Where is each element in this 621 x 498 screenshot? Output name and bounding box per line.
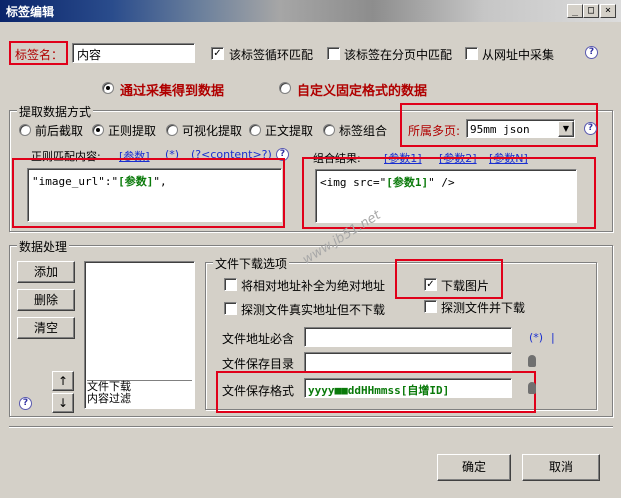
title-bar: [0, 0, 621, 22]
save-format-label: 文件保存格式: [222, 384, 295, 398]
mode-label-2: 可视化提取: [182, 124, 243, 138]
mode-label-0: 前后截取: [35, 124, 84, 138]
move-down-button[interactable]: ↓: [52, 393, 74, 413]
relative-to-absolute-label: 将相对地址补全为绝对地址: [241, 279, 386, 293]
list-item[interactable]: 内容过滤: [87, 393, 192, 405]
save-dir-label: 文件保存目录: [222, 357, 295, 371]
combine-suffix: " />: [428, 176, 455, 189]
mode-radio-0[interactable]: [19, 124, 31, 136]
chevron-down-icon[interactable]: ▼: [558, 121, 574, 137]
probe-no-download-label: 探测文件真实地址但不下载: [241, 303, 386, 317]
url-must-contain-label: 文件地址必含: [222, 332, 295, 346]
source-collect-radio[interactable]: [102, 82, 114, 94]
extract-group-title: 提取数据方式: [17, 103, 94, 120]
footer-divider: [9, 426, 613, 428]
label-name-label: 标签名：: [15, 48, 64, 62]
loop-match-checkbox[interactable]: ✓: [211, 47, 224, 60]
mode-radio-4[interactable]: [323, 124, 335, 136]
save-format-input[interactable]: yyyy■■ddHHmmss[自增ID]: [304, 378, 512, 398]
regex-suffix: ",: [153, 175, 167, 188]
mode-label-1: 正则提取: [108, 124, 157, 138]
combine-prefix: <img src=": [320, 176, 387, 189]
mode-label-3: 正文提取: [265, 124, 314, 138]
source-custom-label: 自定义固定格式的数据: [297, 84, 428, 99]
minimize-button[interactable]: _: [567, 4, 583, 18]
mode-radio-2[interactable]: [166, 124, 178, 136]
cursor-bar: |: [551, 331, 555, 344]
close-button[interactable]: ×: [600, 4, 616, 18]
label-name-value: 内容: [77, 48, 102, 62]
source-custom-radio[interactable]: [279, 82, 291, 94]
download-images-label: 下载图片: [441, 279, 490, 293]
combine-textarea[interactable]: <img src="[参数1]" />: [315, 169, 577, 223]
multipage-label: 所属多页:: [408, 124, 461, 138]
maximize-button[interactable]: □: [583, 4, 599, 18]
download-group-title: 文件下载选项: [213, 255, 290, 272]
cancel-button[interactable]: 取消: [522, 454, 600, 481]
processing-help-icon[interactable]: ?: [19, 397, 32, 410]
folder-pin-icon[interactable]: [528, 355, 536, 367]
multipage-help-icon[interactable]: ?: [584, 122, 597, 135]
label-name-input[interactable]: 内容: [72, 43, 195, 63]
multipage-value: 95mm json: [470, 123, 530, 136]
move-up-button[interactable]: ↑: [52, 371, 74, 391]
download-images-checkbox[interactable]: ✓: [424, 278, 437, 291]
from-url-label: 从网址中采集: [482, 48, 555, 62]
probe-no-download-checkbox[interactable]: [224, 302, 237, 315]
save-format-value: yyyy■■ddHHmmss[自增ID]: [308, 384, 450, 397]
format-pin-icon[interactable]: [528, 382, 536, 394]
url-must-contain-input[interactable]: [304, 327, 512, 347]
help-icon[interactable]: ?: [585, 46, 598, 59]
regex-prefix: "image_url":": [32, 175, 119, 188]
save-dir-input[interactable]: [304, 352, 512, 372]
regex-param: [参数]: [118, 175, 154, 188]
loop-match-label: 该标签循环匹配: [229, 48, 314, 62]
probe-and-download-checkbox[interactable]: [424, 300, 437, 313]
mode-radio-1[interactable]: [92, 124, 104, 136]
wildcard-link[interactable]: (*): [529, 331, 543, 344]
combine-param: [参数1]: [386, 176, 429, 189]
add-button[interactable]: 添加: [17, 261, 75, 283]
ok-button[interactable]: 确定: [437, 454, 511, 481]
mode-label-4: 标签组合: [339, 124, 388, 138]
mode-radio-3[interactable]: [249, 124, 261, 136]
probe-and-download-label: 探测文件并下载: [441, 301, 526, 315]
regex-textarea[interactable]: "image_url":"[参数]",: [27, 168, 282, 222]
from-url-checkbox[interactable]: [465, 47, 478, 60]
source-collect-label: 通过采集得到数据: [120, 84, 225, 99]
clear-button[interactable]: 清空: [17, 317, 75, 339]
window-title: 标签编辑: [6, 5, 55, 19]
processing-group-title: 数据处理: [17, 238, 70, 255]
delete-button[interactable]: 删除: [17, 289, 75, 311]
paginate-match-checkbox[interactable]: [327, 47, 340, 60]
paginate-match-label: 该标签在分页中匹配: [344, 48, 453, 62]
relative-to-absolute-checkbox[interactable]: [224, 278, 237, 291]
processing-list[interactable]: 文件下载 内容过滤: [84, 261, 195, 409]
